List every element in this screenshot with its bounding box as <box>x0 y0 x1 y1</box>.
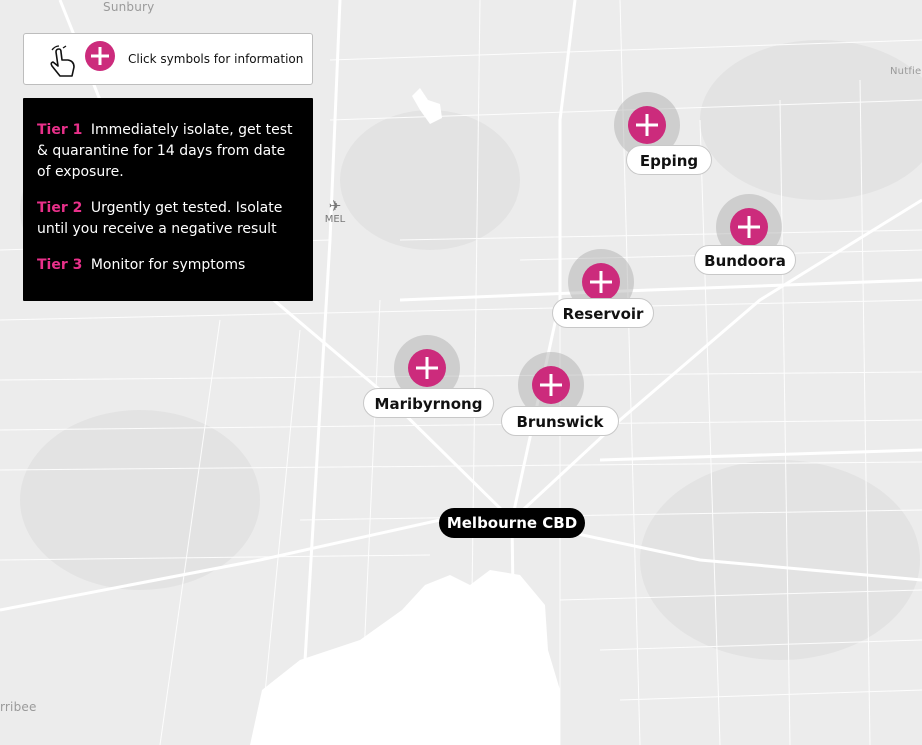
tier-2-label: Tier 2 <box>37 200 83 216</box>
tier-3-text: Monitor for symptoms <box>90 257 246 273</box>
plus-icon <box>85 41 115 71</box>
instruction-text: Click symbols for information <box>128 52 304 66</box>
tier-1-label: Tier 1 <box>37 122 83 138</box>
label-melbourne-cbd: Melbourne CBD <box>439 508 585 538</box>
instruction-box: Click symbols for information <box>23 33 313 85</box>
tier-legend: Tier 1 Immediately isolate, get test & q… <box>23 98 313 301</box>
place-label-sunbury: Sunbury <box>103 0 155 14</box>
tier-3-row: Tier 3 Monitor for symptoms <box>37 255 299 276</box>
label-brunswick[interactable]: Brunswick <box>501 406 619 436</box>
tier-1-row: Tier 1 Immediately isolate, get test & q… <box>37 120 299 183</box>
tier-2-row: Tier 2 Urgently get tested. Isolate unti… <box>37 198 299 240</box>
label-reservoir[interactable]: Reservoir <box>552 298 654 328</box>
place-label-werribee: rribee <box>0 700 37 714</box>
airport-marker: ✈ MEL <box>320 198 350 225</box>
plus-icon[interactable] <box>730 208 768 246</box>
place-label-nutfield: Nutfield <box>890 66 922 77</box>
plus-icon[interactable] <box>582 263 620 301</box>
plus-icon[interactable] <box>628 106 666 144</box>
tap-hand-icon <box>50 45 75 77</box>
label-epping[interactable]: Epping <box>626 145 712 175</box>
airport-code: MEL <box>324 214 346 225</box>
plus-icon[interactable] <box>408 349 446 387</box>
label-bundoora[interactable]: Bundoora <box>694 245 796 275</box>
tier-3-label: Tier 3 <box>37 257 83 273</box>
plus-icon[interactable] <box>532 366 570 404</box>
label-maribyrnong[interactable]: Maribyrnong <box>363 388 494 418</box>
plane-icon: ✈ <box>328 198 342 215</box>
